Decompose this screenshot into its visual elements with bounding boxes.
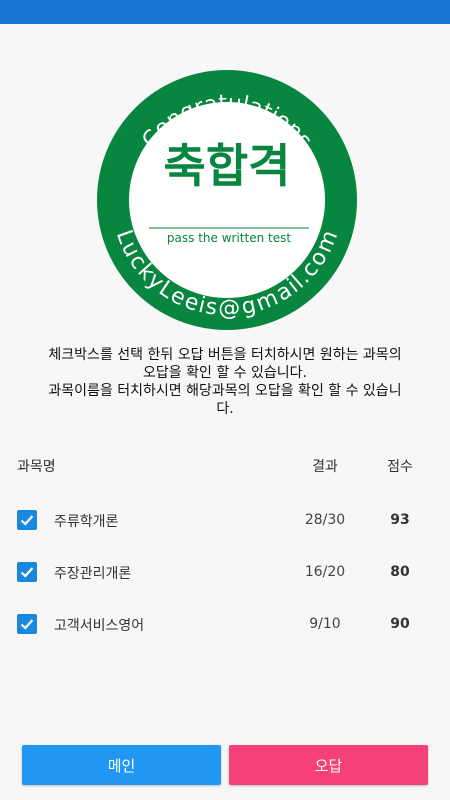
row-checkbox[interactable]: [17, 614, 37, 634]
row-checkbox[interactable]: [17, 510, 37, 530]
instruction-line-4: 다.: [216, 401, 234, 417]
checkmark-icon: [20, 515, 34, 526]
pass-stamp: Congratulations 축합격 pass the written tes…: [97, 70, 357, 330]
row-score: 80: [390, 564, 410, 580]
table-header: 과목명 결과 점수: [0, 456, 450, 476]
instruction-line-1: 체크박스를 선택 한뒤 오답 버튼을 터치하시면 원하는 과목의: [48, 347, 402, 363]
row-score: 93: [390, 512, 410, 528]
instruction-line-3: 과목이름을 터치하시면 해당과목의 오답을 확인 할 수 있습니: [48, 383, 402, 399]
row-checkbox[interactable]: [17, 562, 37, 582]
instruction-line-2: 오답을 확인 할 수 있습니다.: [143, 365, 307, 381]
row-subject[interactable]: 주장관리개론: [54, 563, 131, 583]
table-row: 고객서비스영어 9/10 90: [0, 604, 450, 644]
main-button[interactable]: 메인: [22, 745, 221, 785]
row-subject[interactable]: 고객서비스영어: [54, 615, 144, 635]
stamp-center-text: 축합격: [164, 139, 291, 193]
status-bar: [0, 0, 450, 24]
checkmark-icon: [20, 567, 34, 578]
row-subject[interactable]: 주류학개론: [54, 511, 118, 531]
stamp-sub-text: pass the written test: [167, 231, 291, 245]
row-result: 28/30: [304, 512, 346, 528]
row-result: 16/20: [304, 564, 346, 580]
header-score: 점수: [387, 459, 413, 475]
table-row: 주장관리개론 16/20 80: [0, 552, 450, 592]
checkmark-icon: [20, 619, 34, 630]
header-subject: 과목명: [17, 459, 56, 475]
table-row: 주류학개론 28/30 93: [0, 500, 450, 540]
row-score: 90: [390, 616, 410, 632]
row-result: 9/10: [309, 616, 341, 632]
header-result: 결과: [312, 459, 338, 475]
instruction-text: 체크박스를 선택 한뒤 오답 버튼을 터치하시면 원하는 과목의 오답을 확인 …: [28, 346, 422, 418]
wrong-answers-button[interactable]: 오답: [229, 745, 428, 785]
